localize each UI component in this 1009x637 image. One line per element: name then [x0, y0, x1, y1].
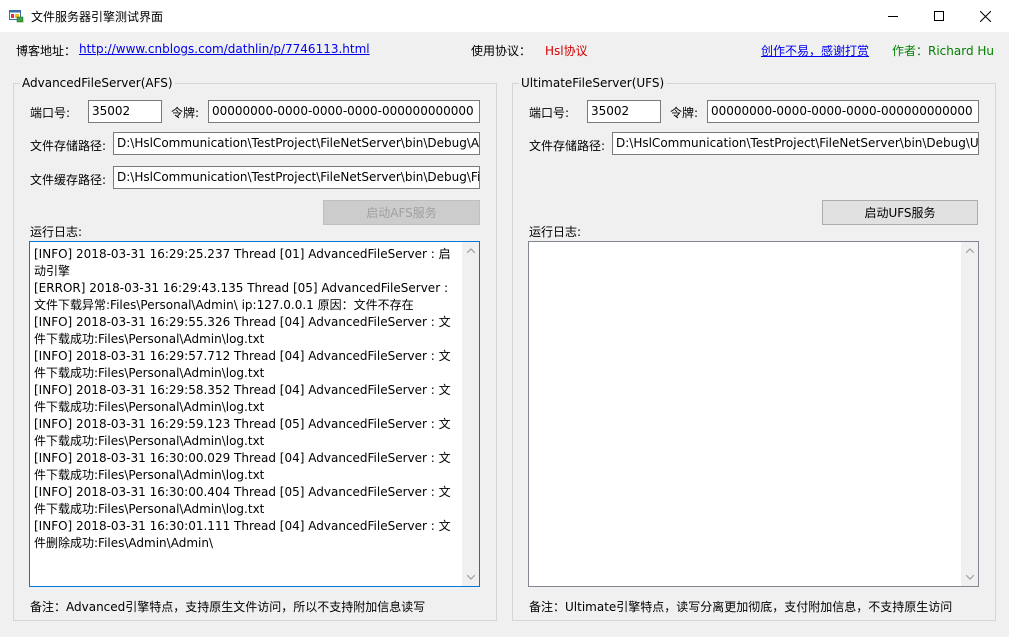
- protocol-value: Hsl协议: [545, 44, 588, 58]
- donate-link[interactable]: 创作不易，感谢打赏: [761, 42, 869, 59]
- log-line: [INFO] 2018-03-31 16:30:00.029 Thread [0…: [34, 451, 451, 482]
- maximize-icon: [934, 11, 944, 21]
- blog-label: 博客地址：: [16, 44, 77, 58]
- ufs-port-label: 端口号:: [529, 106, 570, 120]
- close-icon: [979, 10, 991, 22]
- ufs-port-input[interactable]: 35002: [587, 100, 661, 123]
- afs-storage-label: 文件存储路径:: [30, 139, 107, 153]
- app-icon: [9, 10, 24, 23]
- title-bar: 文件服务器引擎测试界面: [0, 0, 1009, 32]
- ufs-log-label: 运行日志:: [529, 225, 582, 239]
- afs-cache-label: 文件缓存路径:: [30, 173, 107, 187]
- maximize-button[interactable]: [916, 0, 962, 32]
- blog-link[interactable]: http://www.cnblogs.com/dathlin/p/7746113…: [79, 42, 370, 56]
- ufs-token-label: 令牌:: [670, 106, 699, 120]
- ufs-log-box[interactable]: [528, 241, 979, 587]
- scroll-up-icon[interactable]: [462, 242, 479, 259]
- minimize-button[interactable]: [870, 0, 916, 32]
- ufs-token-input[interactable]: 00000000-0000-0000-0000-000000000000: [707, 100, 979, 123]
- afs-token-input[interactable]: 00000000-0000-0000-0000-000000000000: [208, 100, 480, 123]
- afs-cache-path-input[interactable]: D:\HslCommunication\TestProject\FileNetS…: [113, 166, 480, 189]
- afs-note: 备注：Advanced引擎特点，支持原生文件访问，所以不支持附加信息读写: [30, 600, 426, 614]
- afs-log-content: [INFO] 2018-03-31 16:29:25.237 Thread [0…: [34, 246, 454, 552]
- window-title: 文件服务器引擎测试界面: [31, 10, 164, 24]
- afs-log-box[interactable]: [INFO] 2018-03-31 16:29:25.237 Thread [0…: [29, 241, 480, 587]
- log-line: [INFO] 2018-03-31 16:29:58.352 Thread [0…: [34, 383, 451, 414]
- ufs-note: 备注：Ultimate引擎特点，读写分离更加彻底，支付附加信息，不支持原生访问: [529, 600, 953, 614]
- start-afs-button[interactable]: 启动AFS服务: [323, 200, 480, 225]
- scroll-up-icon[interactable]: [961, 242, 978, 259]
- ufs-storage-label: 文件存储路径:: [529, 139, 606, 153]
- ufs-group-title: UltimateFileServer(UFS): [519, 76, 667, 90]
- log-line: [INFO] 2018-03-31 16:29:25.237 Thread [0…: [34, 247, 451, 278]
- log-line: [INFO] 2018-03-31 16:30:01.111 Thread [0…: [34, 519, 451, 550]
- ufs-storage-path-input[interactable]: D:\HslCommunication\TestProject\FileNetS…: [612, 132, 979, 155]
- log-line: [INFO] 2018-03-31 16:29:59.123 Thread [0…: [34, 417, 451, 448]
- log-line: [INFO] 2018-03-31 16:29:57.712 Thread [0…: [34, 349, 451, 380]
- afs-token-label: 令牌:: [171, 106, 200, 120]
- afs-storage-path-input[interactable]: D:\HslCommunication\TestProject\FileNetS…: [113, 132, 480, 155]
- afs-port-input[interactable]: 35002: [88, 100, 162, 123]
- minimize-icon: [888, 16, 898, 17]
- log-line: [INFO] 2018-03-31 16:29:55.326 Thread [0…: [34, 315, 451, 346]
- scroll-down-icon[interactable]: [961, 569, 978, 586]
- afs-port-label: 端口号:: [30, 106, 71, 120]
- afs-log-scrollbar[interactable]: [462, 242, 479, 586]
- start-ufs-button[interactable]: 启动UFS服务: [822, 200, 978, 225]
- afs-group-title: AdvancedFileServer(AFS): [20, 76, 175, 90]
- log-line: [INFO] 2018-03-31 16:30:00.404 Thread [0…: [34, 485, 451, 516]
- ufs-log-scrollbar[interactable]: [961, 242, 978, 586]
- scroll-down-icon[interactable]: [462, 569, 479, 586]
- afs-log-label: 运行日志:: [30, 225, 83, 239]
- protocol-label: 使用协议：: [471, 44, 532, 58]
- close-button[interactable]: [962, 0, 1008, 32]
- log-line: [ERROR] 2018-03-31 16:29:43.135 Thread […: [34, 281, 448, 312]
- author-label: 作者：Richard Hu: [892, 44, 995, 58]
